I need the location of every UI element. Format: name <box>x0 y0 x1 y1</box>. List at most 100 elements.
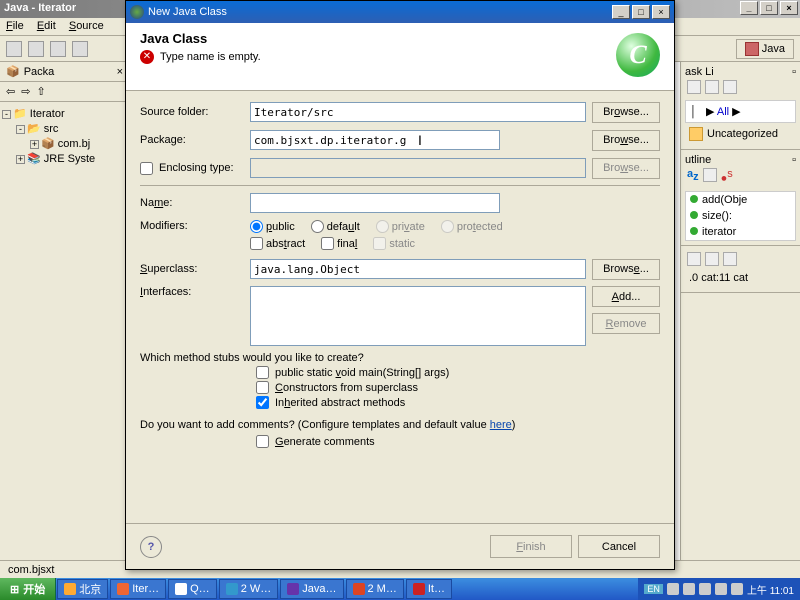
tree-src[interactable]: -📂 src <box>2 121 127 136</box>
main-max-button[interactable]: □ <box>760 1 778 15</box>
misc-tool-icon[interactable] <box>705 252 719 266</box>
main-min-button[interactable]: _ <box>740 1 758 15</box>
dialog-min-button[interactable]: _ <box>612 5 630 19</box>
name-input[interactable] <box>250 193 500 213</box>
perspective-java-button[interactable]: Java <box>736 39 794 59</box>
tree-package[interactable]: +📦 com.bj <box>2 136 127 151</box>
tree-jre[interactable]: +📚 JRE Syste <box>2 151 127 166</box>
outline-panel: utline ▫ az ●s add(Obje size(): iterator <box>681 150 800 246</box>
finish-button: Finish <box>490 535 572 558</box>
tasklist-tab-label[interactable]: ask Li <box>685 66 714 78</box>
nav-back-icon[interactable]: ⇦ <box>6 85 15 98</box>
stub-main-checkbox-row[interactable]: public static void main(String[] args) <box>256 366 660 379</box>
outline-tab-label[interactable]: utline <box>685 154 711 166</box>
tasklist-all-link[interactable]: All <box>717 106 729 118</box>
outline-hide-static-icon[interactable]: ●s <box>721 168 733 185</box>
taskbar-item[interactable]: Iter… <box>110 579 166 599</box>
tree-project[interactable]: -📁 Iterator <box>2 106 127 121</box>
right-side-panels: ask Li▫ │ ▶ All ▶ Uncategorized utline▫ <box>680 62 800 578</box>
main-close-button[interactable]: × <box>780 1 798 15</box>
source-folder-browse-button[interactable]: Browse... <box>592 102 660 123</box>
clock[interactable]: 上午 11:01 <box>747 582 794 597</box>
misc-tool-icon[interactable] <box>723 252 737 266</box>
superclass-input[interactable] <box>250 259 586 279</box>
modifier-default-radio[interactable]: default <box>311 220 360 233</box>
taskbar-item[interactable]: Java… <box>280 579 343 599</box>
dialog-titlebar[interactable]: New Java Class _ □ × <box>126 1 674 23</box>
dialog-header: Java Class ✕ Type name is empty. C <box>126 23 674 91</box>
stub-constructors-checkbox-row[interactable]: Constructors from superclass <box>256 381 660 394</box>
public-method-icon <box>690 195 698 203</box>
enclosing-type-checkbox[interactable] <box>140 162 153 175</box>
interfaces-listbox[interactable] <box>250 286 586 346</box>
configure-templates-link[interactable]: here <box>490 419 512 431</box>
start-button[interactable]: ⊞开始 <box>0 578 56 600</box>
generate-comments-checkbox-row[interactable]: Generate comments <box>256 435 660 448</box>
outline-method-iterator[interactable]: iterator <box>686 224 795 240</box>
outline-min-icon[interactable]: ▫ <box>792 154 796 166</box>
stub-main-checkbox[interactable] <box>256 366 269 379</box>
taskbar-item[interactable]: 2 W… <box>219 579 279 599</box>
dialog-close-button[interactable]: × <box>652 5 670 19</box>
help-icon[interactable]: ? <box>140 536 162 558</box>
menu-file[interactable]: File <box>6 20 24 32</box>
package-browse-button[interactable]: Browse... <box>592 130 660 151</box>
modifier-abstract-checkbox[interactable]: abstract <box>250 237 305 250</box>
language-indicator[interactable]: EN <box>644 584 663 594</box>
package-input[interactable] <box>250 130 500 150</box>
superclass-browse-button[interactable]: Browse... <box>592 259 660 280</box>
taskbar-item[interactable]: Q… <box>168 579 217 599</box>
tasklist-toolbar-icon[interactable] <box>687 80 701 94</box>
tray-icon[interactable] <box>683 583 695 595</box>
package-explorer-close-icon[interactable]: × <box>117 66 123 78</box>
modifier-public-radio[interactable]: public <box>250 220 295 233</box>
dialog-max-button[interactable]: □ <box>632 5 650 19</box>
windows-logo-icon: ⊞ <box>10 583 19 596</box>
stub-constructors-checkbox[interactable] <box>256 381 269 394</box>
expander-icon[interactable]: - <box>16 125 25 134</box>
tasklist-toolbar-icon[interactable] <box>705 80 719 94</box>
enclosing-type-checkbox-label[interactable]: Enclosing type: <box>140 162 250 175</box>
toolbar-run-icon[interactable] <box>72 41 88 57</box>
expander-icon[interactable]: + <box>30 140 39 149</box>
outline-method-add[interactable]: add(Obje <box>686 192 795 208</box>
tasklist-toolbar-icon[interactable] <box>723 80 737 94</box>
outline-sort-az-icon[interactable]: az <box>687 168 699 185</box>
toolbar-new-icon[interactable] <box>6 41 22 57</box>
expander-icon[interactable]: + <box>16 155 25 164</box>
dialog-header-title: Java Class <box>140 31 660 46</box>
tray-icon[interactable] <box>667 583 679 595</box>
tasklist-min-icon[interactable]: ▫ <box>792 66 796 78</box>
source-folder-input[interactable] <box>250 102 586 122</box>
nav-up-icon[interactable]: ⇧ <box>36 85 45 98</box>
menu-edit[interactable]: Edit <box>37 20 56 32</box>
tray-icon[interactable] <box>715 583 727 595</box>
tasklist-uncategorized[interactable]: Uncategorized <box>707 128 778 140</box>
public-method-icon <box>690 227 698 235</box>
menu-source[interactable]: Source <box>69 20 104 32</box>
tasklist-filter-field[interactable]: │ <box>690 106 697 118</box>
stub-inherited-checkbox[interactable] <box>256 396 269 409</box>
misc-tool-icon[interactable] <box>687 252 701 266</box>
outline-hide-icon[interactable] <box>703 168 717 182</box>
comments-question-tail: ) <box>512 419 516 431</box>
windows-taskbar: ⊞开始 北京 Iter… Q… 2 W… Java… 2 M… It… EN 上… <box>0 578 800 600</box>
tray-icon[interactable] <box>731 583 743 595</box>
generate-comments-checkbox[interactable] <box>256 435 269 448</box>
tray-icon[interactable] <box>699 583 711 595</box>
interfaces-add-button[interactable]: Add... <box>592 286 660 307</box>
taskbar-item[interactable]: It… <box>406 579 452 599</box>
modifier-final-checkbox[interactable]: final <box>321 237 357 250</box>
enclosing-browse-button: Browse... <box>592 158 660 179</box>
taskbar-item[interactable]: 北京 <box>57 579 108 599</box>
nav-fwd-icon[interactable]: ⇨ <box>21 85 30 98</box>
expander-icon[interactable]: - <box>2 110 11 119</box>
outline-method-size[interactable]: size(): <box>686 208 795 224</box>
toolbar-debug-icon[interactable] <box>50 41 66 57</box>
taskbar-item[interactable]: 2 M… <box>346 579 404 599</box>
package-explorer-tab[interactable]: 📦Packa × <box>0 62 129 82</box>
toolbar-save-icon[interactable] <box>28 41 44 57</box>
stub-inherited-checkbox-row[interactable]: Inherited abstract methods <box>256 396 660 409</box>
cancel-button[interactable]: Cancel <box>578 535 660 558</box>
package-label: Package: <box>140 134 250 146</box>
